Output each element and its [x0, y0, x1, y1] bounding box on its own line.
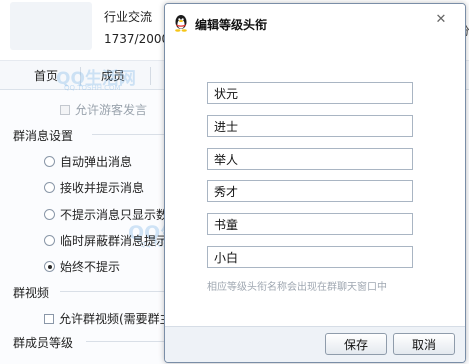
member-level-title: 群成员等级	[13, 336, 74, 350]
allow-guest-speak-row[interactable]: 允许游客发言	[60, 101, 147, 118]
allow-video-checkbox[interactable]	[44, 313, 54, 324]
qq-penguin-icon	[175, 15, 187, 32]
dialog-titlebar[interactable]: 编辑等级头衔 ✕	[165, 4, 465, 42]
msg-option-label: 不提示消息只显示数	[60, 208, 169, 222]
tab-divider	[150, 67, 151, 85]
msg-option-label: 临时屏蔽群消息提示	[60, 234, 169, 248]
msg-option-label: 始终不提示	[60, 260, 121, 274]
radio-button[interactable]	[44, 209, 55, 220]
watermark-url: QQ.TOSHH.COM	[64, 84, 121, 92]
tab-home[interactable]: 首页	[34, 67, 58, 84]
level-title-input-2[interactable]	[207, 115, 413, 137]
msg-option-auto-popup[interactable]: 自动弹出消息	[44, 153, 132, 170]
save-button[interactable]: 保存	[325, 333, 387, 355]
radio-button[interactable]	[44, 235, 55, 246]
msg-option-receive-notify[interactable]: 接收并提示消息	[44, 179, 144, 196]
close-icon: ✕	[435, 11, 447, 27]
group-avatar[interactable]	[10, 2, 92, 50]
allow-guest-checkbox[interactable]	[60, 104, 70, 115]
radio-button-checked[interactable]	[44, 261, 55, 272]
radio-button[interactable]	[44, 182, 55, 193]
allow-video-label: 允许群视频(需要群主	[59, 312, 172, 326]
msg-option-label: 自动弹出消息	[60, 155, 133, 169]
section-divider	[60, 291, 164, 292]
level-title-input-5[interactable]	[207, 213, 413, 235]
msg-settings-title: 群消息设置	[13, 129, 74, 143]
section-divider	[92, 134, 164, 135]
level-title-input-4[interactable]	[207, 180, 413, 202]
group-member-count: 1737/2000	[104, 32, 170, 46]
level-title-input-6[interactable]	[207, 246, 413, 268]
allow-video-row[interactable]: 允许群视频(需要群主	[44, 310, 172, 327]
cancel-button[interactable]: 取消	[393, 333, 455, 355]
msg-option-temp-block[interactable]: 临时屏蔽群消息提示	[44, 232, 168, 249]
msg-option-never-notify[interactable]: 始终不提示	[44, 258, 120, 275]
msg-option-count-only[interactable]: 不提示消息只显示数	[44, 206, 168, 223]
level-title-hint: 相应等级头衔名称会出现在群聊天窗口中	[207, 282, 387, 293]
edit-level-titles-dialog: 编辑等级头衔 ✕ 相应等级头衔名称会出现在群聊天窗口中 保存 取消	[164, 3, 466, 363]
level-title-input-1[interactable]	[207, 82, 413, 104]
section-divider	[86, 341, 164, 342]
msg-option-label: 接收并提示消息	[60, 181, 145, 195]
close-button[interactable]: ✕	[431, 9, 451, 29]
allow-guest-label: 允许游客发言	[75, 103, 148, 117]
dialog-footer: 保存 取消	[165, 326, 465, 362]
level-title-input-3[interactable]	[207, 148, 413, 170]
dialog-title: 编辑等级头衔	[195, 18, 268, 32]
radio-button[interactable]	[44, 156, 55, 167]
group-name: 行业交流	[104, 10, 153, 24]
video-settings-title: 群视频	[13, 286, 50, 300]
